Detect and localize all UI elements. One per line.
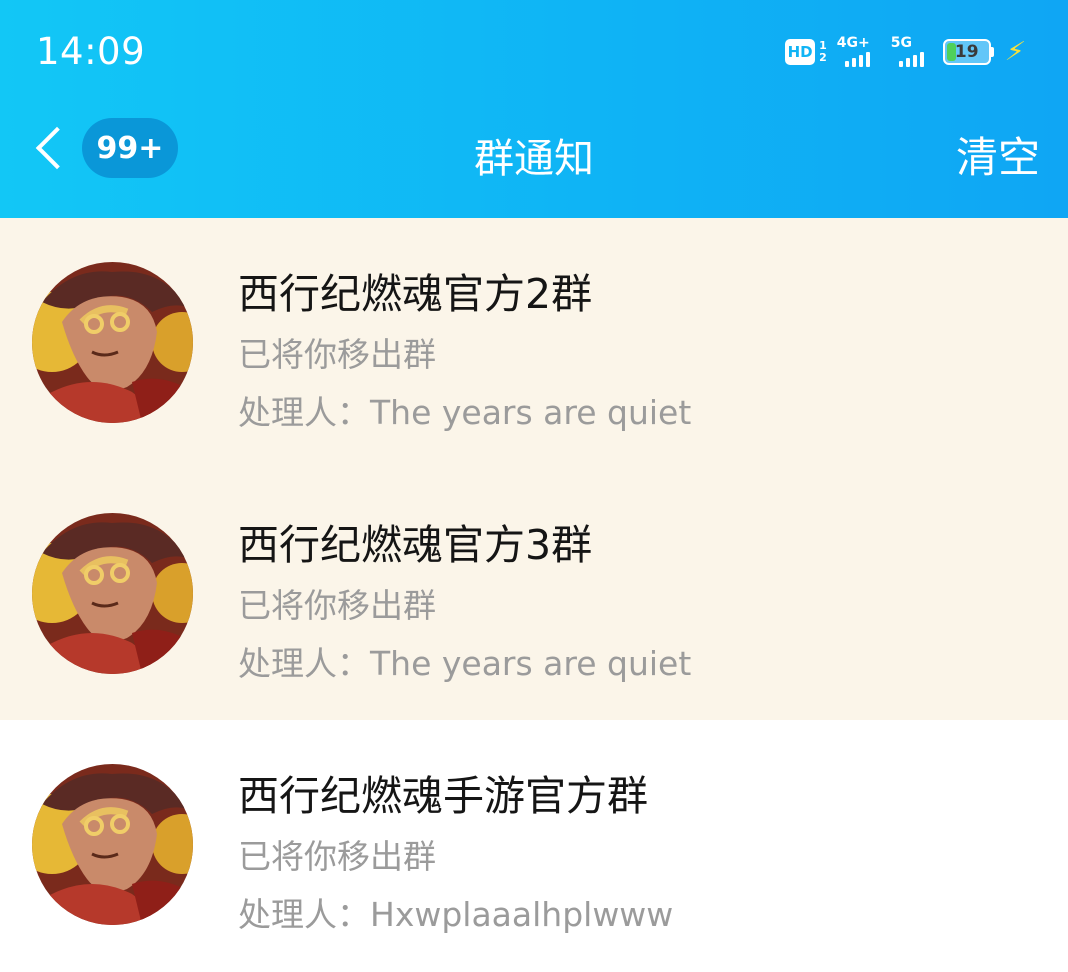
group-avatar[interactable] — [32, 764, 193, 925]
group-name: 西行纪燃魂官方3群 — [238, 521, 593, 569]
group-name: 西行纪燃魂官方2群 — [238, 270, 593, 318]
status-icons: HD 1 2 4G+ 5G 19 ⚡ — [785, 32, 1027, 72]
top-bar: 14:09 HD 1 2 4G+ 5G 19 ⚡ 99+ 群通知 清空 — [0, 0, 1068, 218]
battery-icon: 19 — [942, 39, 991, 65]
notification-list: 西行纪燃魂官方2群 已将你移出群 处理人：The years are quiet… — [0, 218, 1068, 971]
handler-label: 处理人： — [238, 895, 370, 934]
handler-line: 处理人：The years are quiet — [238, 386, 691, 434]
group-avatar[interactable] — [32, 262, 193, 423]
handler-name: The years are quiet — [370, 644, 692, 683]
handler-line: 处理人：Hxwplaaalhplwww — [238, 888, 673, 936]
bolt-icon: ⚡ — [1003, 37, 1027, 67]
notification-item[interactable]: 西行纪燃魂手游官方群 已将你移出群 处理人：Hxwplaaalhplwww — [0, 720, 1068, 971]
handler-label: 处理人： — [238, 393, 370, 432]
handler-label: 处理人： — [238, 644, 370, 683]
signal-4g-icon: 4G+ — [835, 35, 881, 69]
handler-line: 处理人：The years are quiet — [238, 637, 691, 685]
notification-item[interactable]: 西行纪燃魂官方3群 已将你移出群 处理人：The years are quiet — [0, 469, 1068, 720]
hd-sim-indicator: 1 2 — [819, 39, 827, 64]
handler-name: Hxwplaaalhplwww — [370, 895, 674, 934]
group-name: 西行纪燃魂手游官方群 — [238, 772, 648, 820]
notification-message: 已将你移出群 — [238, 837, 436, 876]
battery-level: 19 — [954, 42, 979, 62]
status-time: 14:09 — [36, 30, 146, 73]
page-title: 群通知 — [474, 136, 594, 182]
signal-5g-icon: 5G — [889, 35, 935, 69]
hd-icon: HD — [785, 39, 816, 65]
notification-message: 已将你移出群 — [238, 335, 436, 374]
notification-message: 已将你移出群 — [238, 586, 436, 625]
clear-button[interactable]: 清空 — [956, 124, 1040, 185]
group-avatar[interactable] — [32, 513, 193, 674]
handler-name: The years are quiet — [370, 393, 692, 432]
notification-item[interactable]: 西行纪燃魂官方2群 已将你移出群 处理人：The years are quiet — [0, 218, 1068, 469]
